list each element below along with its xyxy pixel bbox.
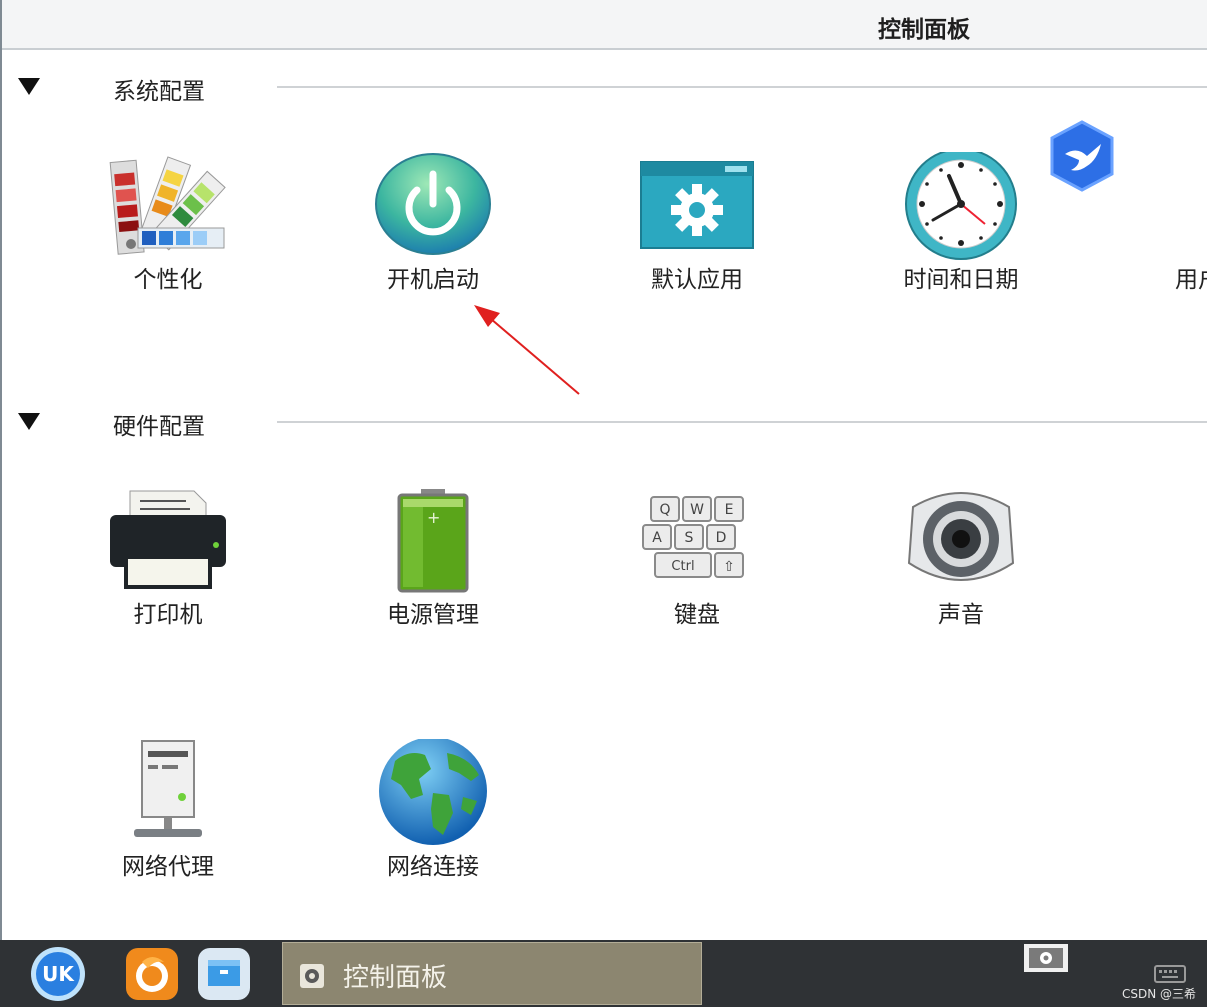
- item-label: 网络连接: [387, 854, 479, 880]
- collapse-section-hardware-icon[interactable]: [18, 413, 40, 430]
- item-label: 开机启动: [387, 267, 479, 293]
- control-panel-window: 控制面板 系统配置 个性化 开机启动 默认应用 时间和日期 用 硬件配置 打印机…: [0, 0, 1207, 940]
- annotation-arrow: [474, 305, 580, 395]
- item-sound[interactable]: 声音: [841, 487, 1081, 667]
- svg-text:Ctrl: Ctrl: [671, 559, 694, 574]
- item-label: 网络代理: [122, 854, 214, 880]
- item-network-proxy[interactable]: 网络代理: [48, 739, 288, 919]
- task-button-label: 控制面板: [343, 963, 448, 993]
- printer-icon: [110, 490, 226, 589]
- speaker-icon: [907, 492, 1015, 581]
- item-label: 打印机: [133, 602, 203, 628]
- collapse-section-system-icon[interactable]: [18, 78, 40, 95]
- item-keyboard[interactable]: Q W E A S D Ctrl ⇧ 键盘: [577, 487, 817, 667]
- svg-text:W: W: [690, 502, 704, 518]
- uk-start-icon[interactable]: UK: [30, 946, 86, 1002]
- item-label: 鼠标: [1165, 595, 1207, 629]
- svg-text:⇧: ⇧: [723, 559, 735, 575]
- item-label: 时间和日期: [903, 267, 1019, 293]
- color-swatch-icon: [109, 156, 226, 255]
- svg-text:Q: Q: [659, 502, 670, 518]
- item-label: 个性化: [133, 267, 203, 293]
- window-titlebar[interactable]: 控制面板: [2, 0, 1207, 50]
- window-gear-icon: [640, 161, 754, 249]
- item-users[interactable]: 用户: [1105, 152, 1207, 332]
- control-panel-gear-icon: [300, 964, 324, 988]
- item-label: 电源管理: [387, 602, 479, 628]
- user-icon: [1165, 152, 1207, 260]
- clock-icon: [905, 152, 1017, 260]
- item-power-management[interactable]: + 电源管理: [313, 487, 553, 667]
- item-label: 用户: [1175, 267, 1207, 293]
- item-mouse[interactable]: 鼠标: [1105, 487, 1207, 667]
- item-personalization[interactable]: 个性化: [48, 152, 288, 332]
- svg-text:+: +: [427, 508, 440, 527]
- taskbar: UK 控制面板: [0, 940, 1207, 1007]
- tray-settings-icon[interactable]: [1023, 943, 1069, 973]
- section-divider: [277, 421, 1207, 423]
- watermark-text: CSDN @三希: [1122, 987, 1197, 1001]
- section-divider: [277, 86, 1207, 88]
- server-icon: [134, 740, 202, 837]
- battery-icon: +: [397, 489, 469, 593]
- item-printer[interactable]: 打印机: [48, 487, 288, 667]
- item-label: 默认应用: [651, 267, 743, 293]
- section-title-system: 系统配置: [113, 79, 205, 105]
- item-label: 键盘: [674, 602, 720, 628]
- svg-text:A: A: [652, 530, 662, 546]
- svg-text:UK: UK: [42, 962, 75, 986]
- file-manager-icon[interactable]: [196, 946, 252, 1002]
- power-icon: [375, 153, 491, 255]
- svg-text:S: S: [685, 530, 694, 546]
- item-default-apps[interactable]: 默认应用: [577, 152, 817, 332]
- section-title-hardware: 硬件配置: [113, 414, 205, 440]
- bird-shield-badge-icon[interactable]: [1049, 120, 1115, 192]
- keyboard-icon: Q W E A S D Ctrl ⇧: [642, 496, 744, 578]
- firefox-icon[interactable]: [124, 946, 180, 1002]
- globe-icon: [379, 739, 487, 845]
- task-button-control-panel[interactable]: 控制面板: [282, 942, 702, 1005]
- tray-keyboard-icon[interactable]: [1154, 962, 1186, 984]
- item-label: 声音: [938, 602, 984, 628]
- svg-text:E: E: [725, 502, 734, 518]
- item-network-connection[interactable]: 网络连接: [313, 739, 553, 919]
- svg-text:D: D: [716, 530, 727, 546]
- mouse-icon: [1165, 487, 1207, 595]
- window-title: 控制面板: [878, 17, 970, 43]
- item-date-time[interactable]: 时间和日期: [841, 152, 1081, 332]
